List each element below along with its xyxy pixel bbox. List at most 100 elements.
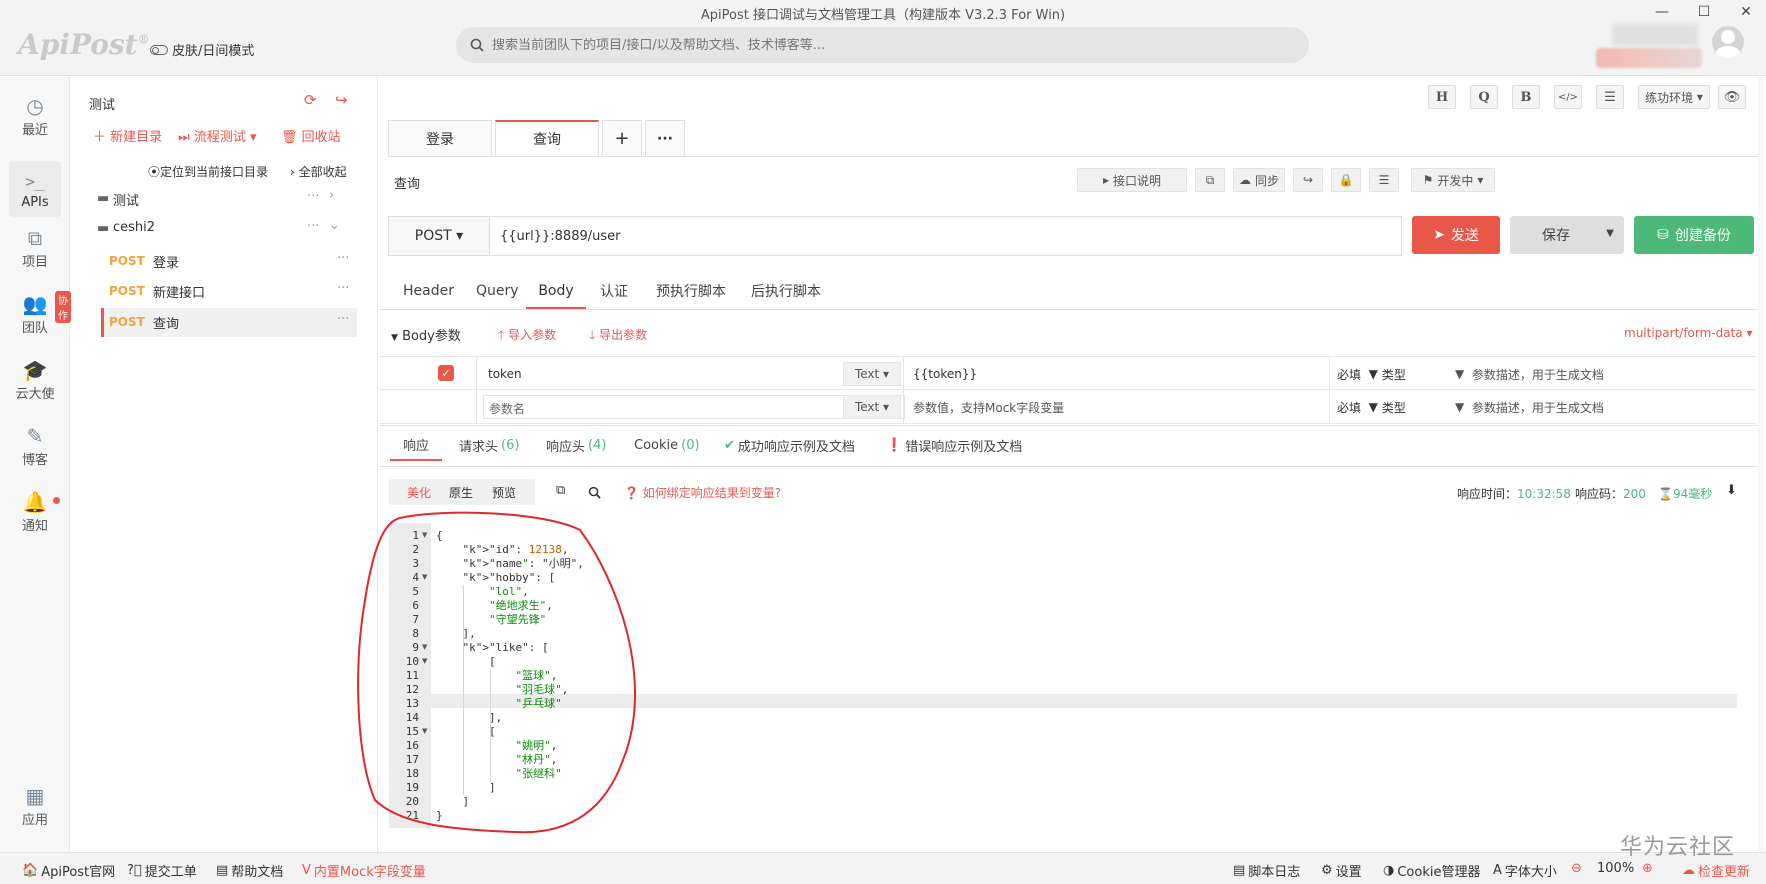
more-icon[interactable]: ···: [307, 189, 319, 204]
toolbar-q-button[interactable]: Q: [1470, 85, 1498, 109]
nav-notify[interactable]: 🔔 通知: [9, 483, 61, 539]
param-desc[interactable]: ▼ 参数描述，用于生成文档: [1455, 390, 1604, 424]
sliders-icon[interactable]: ☰: [1596, 85, 1624, 109]
official-site-link[interactable]: 🏠 ApiPost官网: [22, 861, 115, 880]
method-select[interactable]: POST ▾: [388, 216, 490, 256]
nav-project[interactable]: ⧉ 项目: [9, 219, 61, 275]
avatar[interactable]: [1712, 26, 1744, 58]
tab-response[interactable]: 响应: [390, 429, 442, 461]
chevron-right-icon[interactable]: ›: [329, 188, 334, 203]
search-input[interactable]: [492, 37, 1272, 53]
api-row[interactable]: POST 新建接口 ···: [71, 277, 371, 305]
param-value-input[interactable]: 参数值，支持Mock字段变量: [913, 390, 1064, 424]
settings-button[interactable]: ⚙ 设置: [1321, 861, 1362, 880]
tab-request-headers[interactable]: 请求头 (6): [459, 429, 519, 461]
send-button[interactable]: ➤ 发送: [1412, 216, 1500, 254]
recycle-button[interactable]: 🗑 回收站: [281, 126, 341, 145]
copy-icon[interactable]: ⧉: [1195, 168, 1225, 192]
more-icon[interactable]: ···: [337, 251, 349, 266]
tab-cookie[interactable]: Cookie (0): [634, 429, 700, 461]
tab-query[interactable]: 查询: [495, 120, 599, 156]
submit-ticket-link[interactable]: ?⃝ 提交工单: [127, 861, 197, 880]
api-row-selected[interactable]: POST 查询 ···: [101, 308, 357, 337]
param-key-input[interactable]: 参数名: [483, 395, 905, 419]
tab-error-example[interactable]: ❗ 错误响应示例及文档: [886, 429, 1022, 461]
more-icon[interactable]: ···: [337, 281, 349, 296]
tab-body[interactable]: Body: [526, 275, 586, 309]
copy-icon[interactable]: ⧉: [556, 483, 565, 498]
save-button[interactable]: 保存 ▼: [1510, 216, 1624, 254]
download-icon[interactable]: ⬇: [1726, 483, 1737, 498]
refresh-icon[interactable]: ⟳: [304, 91, 317, 109]
search-icon[interactable]: [588, 486, 601, 499]
cookie-manager-button[interactable]: ◑ Cookie管理器: [1383, 861, 1480, 880]
maximize-button[interactable]: ☐: [1692, 4, 1716, 24]
chevron-down-icon[interactable]: ⌄: [329, 218, 340, 233]
database-icon[interactable]: ☰: [1369, 168, 1399, 192]
nav-apps[interactable]: ▦ 应用: [9, 777, 61, 833]
toolbar-b-button[interactable]: B: [1512, 85, 1540, 109]
view-raw[interactable]: 原生: [449, 484, 473, 501]
folder-row[interactable]: ▬ ceshi2 ··· ⌄: [71, 215, 371, 243]
tab-query-params[interactable]: Query: [476, 275, 519, 307]
nav-recent[interactable]: ◷ 最近: [9, 87, 61, 143]
create-backup-button[interactable]: ⛁ 创建备份: [1634, 216, 1754, 254]
param-key[interactable]: token: [488, 357, 522, 391]
share-icon[interactable]: ↪: [335, 91, 348, 109]
more-icon[interactable]: ···: [307, 219, 319, 234]
tab-response-headers[interactable]: 响应头 (4): [546, 429, 606, 461]
param-type-select[interactable]: Text ▾: [843, 362, 901, 386]
param-type-select[interactable]: Text ▾: [843, 395, 901, 419]
tab-header[interactable]: Header: [403, 275, 454, 307]
code-icon[interactable]: </>: [1554, 85, 1582, 109]
folder-row[interactable]: ▬ 测试 ··· ›: [71, 185, 371, 213]
env-select[interactable]: 练功环境 ▾: [1638, 85, 1710, 109]
body-params-toggle[interactable]: ▼ Body参数: [391, 325, 461, 344]
tab-login[interactable]: 登录: [388, 120, 492, 156]
close-button[interactable]: ✕: [1734, 4, 1758, 24]
bind-var-hint-link[interactable]: ❓ 如何绑定响应结果到变量?: [624, 484, 781, 501]
script-log-button[interactable]: ▤ 脚本日志: [1233, 861, 1300, 880]
new-dir-button[interactable]: ＋ 新建目录: [93, 126, 162, 145]
caret-down-icon[interactable]: ▼: [1606, 228, 1614, 239]
flow-test-button[interactable]: ⏭ 流程测试 ▾: [178, 126, 257, 145]
nav-team[interactable]: 👥 团队 协作: [9, 285, 71, 341]
view-preview[interactable]: 预览: [492, 484, 516, 501]
share-icon[interactable]: ↪: [1293, 168, 1323, 192]
api-row[interactable]: POST 登录 ···: [71, 247, 371, 275]
tab-pre-script[interactable]: 预执行脚本: [656, 275, 726, 307]
mock-vars-link[interactable]: V 内置Mock字段变量: [302, 861, 426, 880]
nav-blog[interactable]: ✎ 博客: [9, 417, 61, 473]
import-params-button[interactable]: 🡑 导入参数: [498, 326, 556, 347]
eye-icon[interactable]: 👁: [1718, 85, 1746, 109]
param-enabled-checkbox[interactable]: ✓: [438, 365, 454, 381]
user-info-blurred[interactable]: [1596, 48, 1702, 68]
view-pretty[interactable]: 美化: [407, 484, 431, 501]
interface-desc-button[interactable]: ▸ 接口说明: [1077, 168, 1187, 192]
param-required[interactable]: 必填 ▼ 类型: [1337, 390, 1406, 424]
param-required[interactable]: 必填 ▼ 类型: [1337, 357, 1406, 391]
add-tab-button[interactable]: +: [602, 120, 642, 156]
content-type-select[interactable]: multipart/form-data ▾: [1624, 326, 1753, 340]
nav-apis[interactable]: >_ APIs: [9, 161, 61, 217]
zoom-in-button[interactable]: ⊕: [1642, 861, 1653, 876]
minimize-button[interactable]: —: [1650, 4, 1674, 24]
zoom-out-button[interactable]: ⊖: [1571, 861, 1582, 876]
export-params-button[interactable]: 🡓 导出参数: [589, 326, 647, 347]
tab-post-script[interactable]: 后执行脚本: [751, 275, 821, 307]
check-update-button[interactable]: ☁ 检查更新: [1682, 861, 1750, 880]
tab-auth[interactable]: 认证: [600, 275, 628, 307]
locate-button[interactable]: ⦿定位到当前接口目录: [148, 163, 268, 180]
param-desc[interactable]: ▼ 参数描述，用于生成文档: [1455, 357, 1604, 391]
status-select[interactable]: ⚑ 开发中 ▾: [1411, 168, 1495, 192]
global-search[interactable]: [456, 27, 1309, 63]
tab-more-button[interactable]: ···: [645, 120, 685, 156]
nav-ambassador[interactable]: 🎓 云大使: [9, 351, 61, 407]
scrollbar[interactable]: [1758, 77, 1764, 852]
param-value[interactable]: {{token}}: [913, 357, 977, 391]
toolbar-h-button[interactable]: H: [1428, 85, 1456, 109]
help-doc-link[interactable]: ▤ 帮助文档: [216, 861, 283, 880]
tab-success-example[interactable]: ✔ 成功响应示例及文档: [724, 429, 855, 461]
collapse-all-button[interactable]: › 全部收起: [290, 163, 347, 180]
url-input[interactable]: {{url}}:8889/user: [490, 216, 1402, 256]
